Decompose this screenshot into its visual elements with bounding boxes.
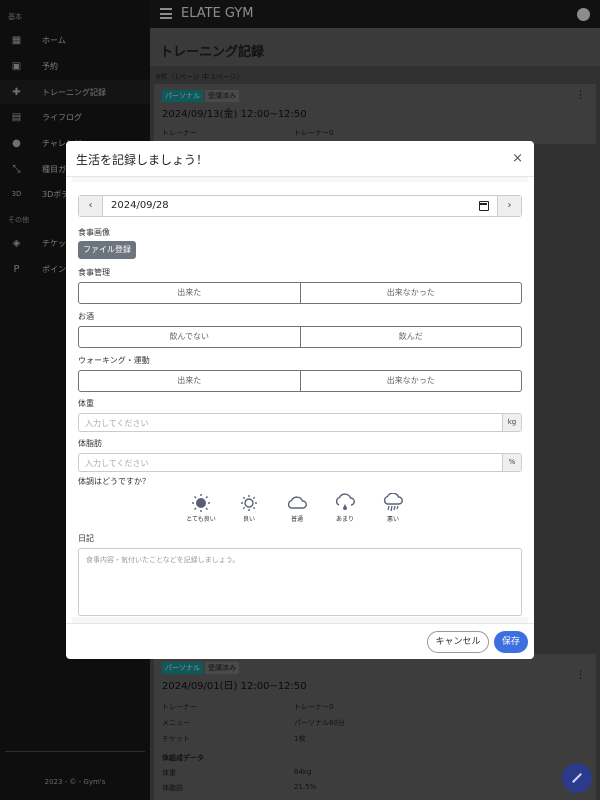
body-fat-label: 体脂肪 (78, 439, 102, 448)
body-fat-placeholder: 入力してください (85, 459, 149, 468)
alcohol-label: お酒 (78, 312, 94, 321)
body-fat-input[interactable]: 入力してください % (78, 453, 522, 472)
diary-placeholder: 食事内容・気付いたことなどを記録しましょう。 (86, 556, 240, 564)
meal-toggle: 出来た 出来なかった (78, 282, 522, 304)
save-button[interactable]: 保存 (494, 631, 528, 653)
mood-label: あまり (335, 516, 354, 523)
meal-not-done-button[interactable]: 出来なかった (300, 282, 522, 304)
date-input[interactable]: 2024/09/28 (111, 200, 169, 211)
date-picker[interactable]: ‹ 2024/09/28 › (78, 195, 522, 217)
mood-bad[interactable]: 悪い (368, 493, 418, 523)
diary-label: 日記 (78, 534, 94, 543)
prev-date-button[interactable]: ‹ (79, 196, 103, 216)
meal-image-label: 食事画像 (78, 228, 110, 237)
edit-fab-button[interactable] (562, 763, 592, 793)
modal-body: ‹ 2024/09/28 › 食事画像 ファイル登録 食事管理 出来た 出来なか… (72, 177, 528, 623)
mood-label: 良い (242, 516, 255, 523)
sun-filled-icon (192, 494, 210, 512)
no-alcohol-button[interactable]: 飲んでない (78, 326, 301, 348)
walking-not-done-button[interactable]: 出来なかった (300, 370, 522, 392)
drank-button[interactable]: 飲んだ (300, 326, 522, 348)
modal-title: 生活を記録しましょう！ (76, 153, 209, 167)
modal-footer: キャンセル 保存 (66, 623, 534, 659)
weight-input[interactable]: 入力してください kg (78, 413, 522, 432)
next-date-button[interactable]: › (497, 196, 521, 216)
mood-good[interactable]: 良い (224, 493, 274, 523)
condition-label: 体調はどうですか？ (78, 477, 150, 486)
modal-form: ‹ 2024/09/28 › 食事画像 ファイル登録 食事管理 出来た 出来なか… (72, 182, 528, 617)
sun-icon (241, 495, 257, 511)
cloud-rain-icon (383, 493, 403, 512)
mood-label: 悪い (386, 516, 399, 523)
cloud-drizzle-icon (335, 493, 355, 510)
lifelog-modal: 生活を記録しましょう！ × ‹ 2024/09/28 › 食事画像 ファイル登録… (66, 141, 534, 659)
mood-very-good[interactable]: とても良い (176, 493, 226, 523)
condition-selector: とても良い 良い 普通 あまり 悪い (176, 493, 416, 527)
weight-label: 体重 (78, 399, 94, 408)
cancel-button[interactable]: キャンセル (427, 631, 489, 653)
meal-done-button[interactable]: 出来た (78, 282, 301, 304)
mood-not-great[interactable]: あまり (320, 493, 370, 523)
alcohol-toggle: 飲んでない 飲んだ (78, 326, 522, 348)
mood-normal[interactable]: 普通 (272, 493, 322, 523)
cloud-icon (287, 496, 307, 509)
close-icon[interactable]: × (512, 151, 523, 166)
walking-toggle: 出来た 出来なかった (78, 370, 522, 392)
modal-header: 生活を記録しましょう！ × (66, 141, 534, 177)
weight-placeholder: 入力してください (85, 419, 149, 428)
mood-label: とても良い (186, 516, 216, 523)
calendar-icon[interactable] (479, 201, 489, 211)
file-upload-button[interactable]: ファイル登録 (78, 241, 136, 259)
mood-label: 普通 (290, 516, 303, 523)
weight-unit: kg (502, 414, 521, 431)
walking-done-button[interactable]: 出来た (78, 370, 301, 392)
walking-label: ウォーキング・運動 (78, 356, 150, 365)
meal-management-label: 食事管理 (78, 268, 110, 277)
diary-textarea[interactable]: 食事内容・気付いたことなどを記録しましょう。 (78, 548, 522, 616)
body-fat-unit: % (502, 454, 521, 471)
